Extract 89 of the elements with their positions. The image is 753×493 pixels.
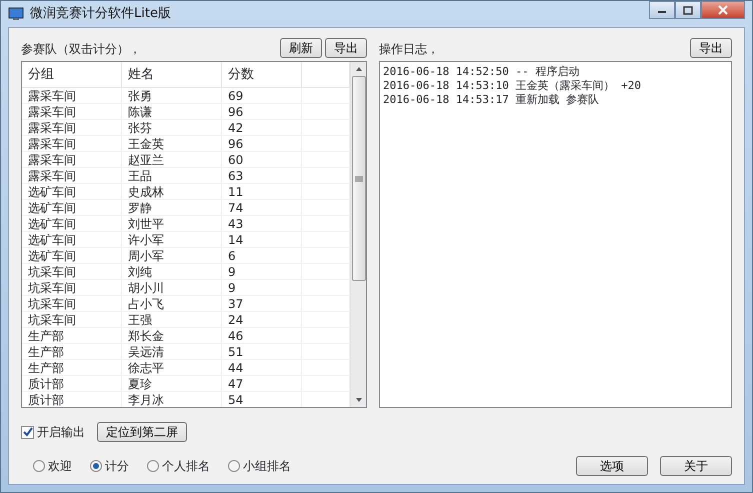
table-cell: 刘纯 (122, 264, 222, 280)
maximize-icon (683, 6, 693, 14)
minimize-button[interactable] (649, 1, 675, 19)
table-cell: 坑采车间 (22, 312, 122, 328)
log-label: 操作日志， (379, 41, 439, 58)
teams-label: 参赛队（双击计分）， (21, 41, 141, 58)
table-cell: 赵亚兰 (122, 152, 222, 168)
dialog-button[interactable]: 关于 (660, 456, 732, 476)
table-cell: 生产部 (22, 344, 122, 360)
table-cell: 露采车间 (22, 88, 122, 104)
table-cell: 许小军 (122, 232, 222, 248)
export-button[interactable]: 导出 (690, 38, 732, 58)
table-cell: 郑长金 (122, 328, 222, 344)
dialog-button[interactable]: 选项 (576, 456, 648, 476)
column-header[interactable]: 分组 (22, 62, 122, 88)
table-cell: 吴远清 (122, 344, 222, 360)
scrollbar-thumb[interactable] (352, 76, 366, 281)
log-area[interactable]: 2016-06-18 14:52:50 -- 程序启动 2016-06-18 14:53:10 王金英（露采车间） +20 2016-06-18 14:53:17 重新加载 参赛队 (379, 61, 732, 408)
table-cell: 37 (222, 296, 302, 312)
table-cell: 胡小川 (122, 280, 222, 296)
table-cell: 李月冰 (122, 392, 222, 407)
table-cell: 51 (222, 344, 302, 360)
close-button[interactable] (701, 1, 745, 19)
table-cell: 60 (222, 152, 302, 168)
table-cell: 42 (222, 120, 302, 136)
table-cell: 露采车间 (22, 152, 122, 168)
maximize-button[interactable] (675, 1, 701, 19)
table-cell: 63 (222, 168, 302, 184)
table-cell: 质计部 (22, 376, 122, 392)
table-cell: 96 (222, 136, 302, 152)
table-cell: 坑采车间 (22, 296, 122, 312)
log-line: 2016-06-18 14:52:50 -- 程序启动 (383, 65, 580, 79)
table-cell: 罗静 (122, 200, 222, 216)
table-cell: 14 (222, 232, 302, 248)
table-cell: 选矿车间 (22, 216, 122, 232)
check-icon (22, 427, 32, 437)
table-cell: 徐志平 (122, 360, 222, 376)
table-cell: 选矿车间 (22, 232, 122, 248)
output-checkbox[interactable]: 开启输出 (21, 423, 85, 441)
table-cell: 露采车间 (22, 136, 122, 152)
table-cell: 占小飞 (122, 296, 222, 312)
table-cell: 74 (222, 200, 302, 216)
table-cell: 露采车间 (22, 104, 122, 120)
close-icon (718, 5, 728, 15)
table-cell: 11 (222, 184, 302, 200)
column-header[interactable]: 分数 (222, 62, 302, 88)
table-cell: 坑采车间 (22, 264, 122, 280)
table-cell: 24 (222, 312, 302, 328)
table-cell: 王金英 (122, 136, 222, 152)
log-line: 2016-06-18 14:53:17 重新加载 参赛队 (383, 93, 600, 107)
table-cell: 王品 (122, 168, 222, 184)
table-cell: 46 (222, 328, 302, 344)
table-cell: 夏珍 (122, 376, 222, 392)
toolbar-button[interactable]: 刷新 (280, 38, 322, 58)
app-icon (8, 7, 24, 21)
table-cell: 质计部 (22, 392, 122, 407)
toolbar-button[interactable]: 导出 (325, 38, 367, 58)
table-cell: 6 (222, 248, 302, 264)
table-cell: 69 (222, 88, 302, 104)
table-cell: 96 (222, 104, 302, 120)
view-radio[interactable]: 个人排名 (147, 457, 210, 475)
table-cell: 张芬 (122, 120, 222, 136)
table-cell: 47 (222, 376, 302, 392)
table-cell: 陈谦 (122, 104, 222, 120)
table-cell: 9 (222, 264, 302, 280)
table-cell: 生产部 (22, 328, 122, 344)
table-cell: 露采车间 (22, 168, 122, 184)
table-cell: 9 (222, 280, 302, 296)
table-cell: 刘世平 (122, 216, 222, 232)
table-cell: 选矿车间 (22, 200, 122, 216)
table-cell: 43 (222, 216, 302, 232)
table-cell: 史成林 (122, 184, 222, 200)
column-header[interactable]: 姓名 (122, 62, 222, 88)
table-cell: 44 (222, 360, 302, 376)
table-cell: 生产部 (22, 360, 122, 376)
table-cell: 54 (222, 392, 302, 407)
table-cell: 周小军 (122, 248, 222, 264)
table-cell: 王强 (122, 312, 222, 328)
view-radio[interactable]: 小组排名 (228, 457, 291, 475)
view-radio[interactable]: 欢迎 (33, 457, 72, 475)
window-title: 微润竞赛计分软件Lite版 (30, 5, 171, 24)
table-cell: 坑采车间 (22, 280, 122, 296)
table-cell: 张勇 (122, 88, 222, 104)
table-cell: 露采车间 (22, 120, 122, 136)
view-radio[interactable]: 计分 (90, 457, 129, 475)
log-line: 2016-06-18 14:53:10 王金英（露采车间） +20 (383, 79, 642, 93)
table-cell: 选矿车间 (22, 248, 122, 264)
table-cell: 选矿车间 (22, 184, 122, 200)
locate-button[interactable]: 定位到第二屏 (97, 422, 187, 442)
